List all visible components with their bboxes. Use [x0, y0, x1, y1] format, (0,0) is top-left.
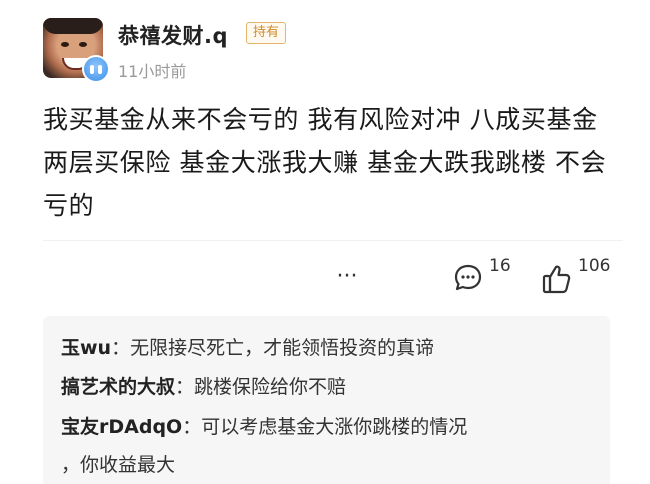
- reply-author[interactable]: 玉wu: [61, 337, 111, 359]
- reply-author[interactable]: 搞艺术的大叔: [61, 376, 175, 398]
- post-time: 11小时前: [118, 62, 187, 81]
- reply-author[interactable]: 宝友rDAdqO: [61, 416, 182, 438]
- divider: [43, 240, 623, 241]
- like-count: 106: [578, 256, 611, 276]
- reply-text: 无限接尽死亡，才能领悟投资的真谛: [130, 337, 435, 359]
- crying-face-shape: [84, 57, 108, 81]
- avatar-hair: [43, 18, 103, 34]
- thumbs-up-icon: [542, 265, 571, 294]
- reply-separator: ：: [175, 376, 195, 398]
- replies-panel: 玉wu：无限接尽死亡，才能领悟投资的真谛 搞艺术的大叔：跳楼保险给你不赔 宝友r…: [43, 316, 610, 484]
- reply-text: 跳楼保险给你不赔: [194, 376, 347, 398]
- reply-text: 可以考虑基金大涨你跳楼的情况: [201, 416, 468, 438]
- crying-face-icon: [82, 55, 110, 83]
- comment-count: 16: [489, 256, 511, 276]
- avatar-eye-left: [61, 42, 69, 47]
- reply-item[interactable]: 玉wu：无限接尽死亡，才能领悟投资的真谛: [61, 333, 434, 363]
- holding-tag: 持有: [246, 22, 287, 44]
- reply-item[interactable]: 宝友rDAdqO：可以考虑基金大涨你跳楼的情况: [61, 412, 467, 442]
- reply-separator: ：: [182, 416, 202, 438]
- reply-item[interactable]: 搞艺术的大叔：跳楼保险给你不赔: [61, 372, 346, 402]
- more-dots-icon[interactable]: ···: [332, 262, 362, 292]
- avatar-eye-right: [79, 42, 87, 47]
- reply-separator: ：: [111, 337, 131, 359]
- reply-text-continuation: ，你收益最大: [61, 454, 176, 476]
- post-content: 我买基金从来不会亏的 我有风险对冲 八成买基金 两层买保险 基金大涨我大赚 基金…: [43, 105, 607, 220]
- comment-bubble-icon: [454, 264, 482, 291]
- post-card: 恭禧发财.q 持有 11小时前 我买基金从来不会亏的 我有风险对冲 八成买基金 …: [0, 0, 650, 484]
- username[interactable]: 恭禧发财.q: [118, 20, 228, 50]
